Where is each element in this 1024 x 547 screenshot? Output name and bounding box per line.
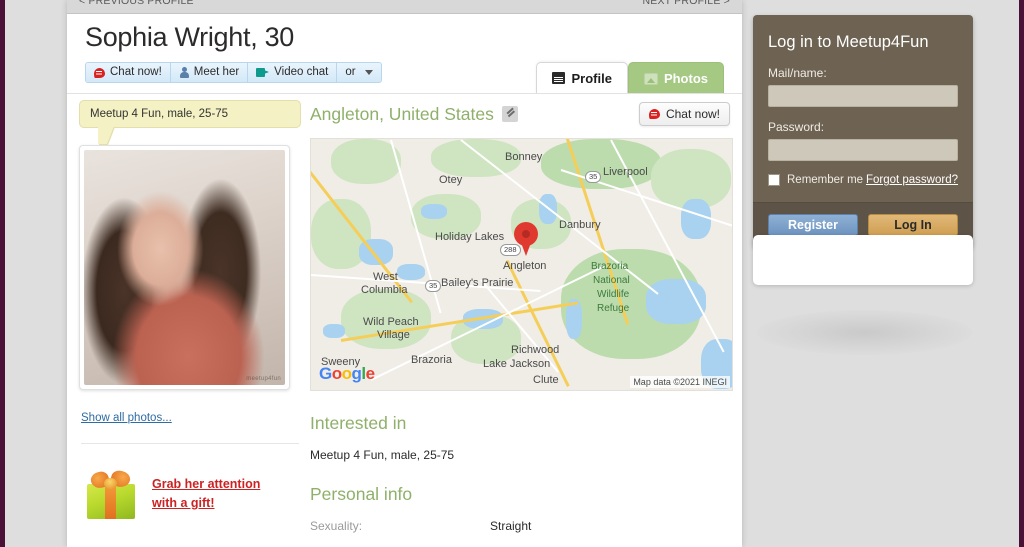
personal-info-label: Sexuality: <box>310 519 363 533</box>
section-title-interested-in: Interested in <box>310 413 407 433</box>
google-logo-g2: g <box>351 364 362 383</box>
gift-promo-line1: Grab her attention <box>152 476 261 491</box>
tab-profile[interactable]: Profile <box>536 62 628 94</box>
chat-bubble-icon <box>648 109 660 119</box>
google-logo-g1: G <box>319 364 332 383</box>
login-panel-title: Log in to Meetup4Fun <box>768 33 929 51</box>
header-divider <box>67 93 742 94</box>
chat-now-label: Chat now! <box>110 65 162 78</box>
map-label: Brazoria <box>591 261 629 272</box>
gift-box-icon <box>83 468 140 520</box>
map-label: National <box>593 275 630 286</box>
show-all-photos-link[interactable]: Show all photos... <box>81 412 172 424</box>
video-camera-icon <box>256 68 270 77</box>
map-highway-shield: 35 <box>585 171 602 183</box>
location-map[interactable]: Otey Bonney Liverpool Holiday Lakes Danbury A… <box>310 138 733 391</box>
map-label: Bailey's Prairie <box>441 277 514 289</box>
interested-in-text: Meetup 4 Fun, male, 25-75 <box>310 448 455 462</box>
next-profile-link[interactable]: NEXT PROFILE > <box>642 0 730 7</box>
meet-her-button[interactable]: Meet her <box>170 63 249 82</box>
meet-her-label: Meet her <box>193 65 240 78</box>
map-label: Otey <box>439 174 463 186</box>
google-logo[interactable]: Google <box>319 364 375 384</box>
video-chat-button[interactable]: Video chat <box>248 63 338 82</box>
personal-info-table: Sexuality:StraightAppearance:Body type a… <box>310 519 730 547</box>
edit-pencil-icon[interactable] <box>501 106 518 122</box>
section-title-personal-info: Personal info <box>310 484 413 504</box>
map-label: Bonney <box>505 151 543 163</box>
interest-speech-bubble: Meetup 4 Fun, male, 25-75 <box>79 100 301 144</box>
map-highway-shield: 288 <box>500 244 521 256</box>
password-input[interactable] <box>768 139 958 161</box>
google-logo-o1: o <box>331 364 342 383</box>
tab-photos[interactable]: Photos <box>627 62 724 94</box>
photo-watermark: meetup4fun <box>246 376 281 382</box>
google-logo-o2: o <box>341 364 352 383</box>
profile-photo-image: meetup4fun <box>84 150 285 385</box>
more-actions-label: or <box>345 65 356 78</box>
location-title: Angleton, United States <box>310 103 494 124</box>
map-label: Clute <box>533 374 559 386</box>
speech-bubble-tail <box>98 126 114 144</box>
profile-photo[interactable]: meetup4fun <box>79 145 290 390</box>
page-root: < PREVIOUS PROFILE NEXT PROFILE > Sophia… <box>5 0 1019 547</box>
map-label: Liverpool <box>603 166 648 178</box>
personal-info-row: Sexuality: Straight <box>310 519 730 533</box>
register-button[interactable]: Register <box>768 214 858 236</box>
photo-icon <box>643 72 658 85</box>
sidebar-empty-panel <box>753 235 973 285</box>
tab-photos-label: Photos <box>663 71 708 86</box>
map-label: Wild Peach <box>363 316 419 328</box>
mail-name-input[interactable] <box>768 85 958 107</box>
password-label: Password: <box>768 120 825 134</box>
profile-main-column: Angleton, United States Chat now! Otey B… <box>310 100 733 547</box>
map-highway-shield: 35 <box>425 280 442 292</box>
profile-tabs: Profile Photos <box>536 62 724 94</box>
document-icon <box>552 72 566 84</box>
location-row: Angleton, United States Chat now! <box>310 100 730 128</box>
map-label: Columbia <box>361 284 408 296</box>
mail-name-label: Mail/name: <box>768 66 827 80</box>
map-label: Brazoria <box>411 354 452 366</box>
map-label: West <box>373 271 398 283</box>
personal-info-value: Straight <box>490 519 532 533</box>
map-label: Richwood <box>511 344 560 356</box>
gift-promo-block[interactable]: Grab her attention with a gift! <box>83 468 301 520</box>
map-label: Village <box>377 329 410 341</box>
profile-navigation-bar: < PREVIOUS PROFILE NEXT PROFILE > <box>67 0 742 14</box>
remember-me-label: Remember me <box>787 174 864 186</box>
map-label: Refuge <box>597 303 630 314</box>
person-icon <box>179 67 189 78</box>
speech-bubble-text: Meetup 4 Fun, male, 25-75 <box>90 108 229 120</box>
chevron-down-icon <box>364 70 373 75</box>
page-title: Sophia Wright, 30 <box>85 22 295 52</box>
profile-content-card: < PREVIOUS PROFILE NEXT PROFILE > Sophia… <box>67 0 742 547</box>
more-actions-dropdown[interactable]: or <box>337 63 381 82</box>
map-label: Danbury <box>559 219 601 231</box>
sidebar-decorative-blob <box>757 310 972 355</box>
previous-profile-link[interactable]: < PREVIOUS PROFILE <box>79 0 194 7</box>
login-options-row: Remember me Forgot password? <box>768 174 958 186</box>
map-label: Holiday Lakes <box>435 231 505 243</box>
profile-left-column: Meetup 4 Fun, male, 25-75 meetup4fun Sho… <box>79 100 301 520</box>
map-label: Lake Jackson <box>483 358 551 370</box>
login-button[interactable]: Log In <box>868 214 958 236</box>
video-chat-label: Video chat <box>274 65 329 78</box>
login-panel: Log in to Meetup4Fun Mail/name: Password… <box>753 15 973 247</box>
remember-me-checkbox[interactable] <box>768 174 780 186</box>
profile-action-bar: Chat now! Meet her Video chat or <box>85 62 382 83</box>
chat-now-secondary-label: Chat now! <box>665 107 720 121</box>
gift-promo-link[interactable]: Grab her attention with a gift! <box>152 475 260 514</box>
map-label: Wildlife <box>597 289 630 300</box>
left-column-divider <box>81 443 299 444</box>
gift-promo-line2: with a gift! <box>152 496 215 510</box>
chat-now-button-secondary[interactable]: Chat now! <box>638 102 730 126</box>
map-attribution: Map data ©2021 INEGI <box>630 376 730 388</box>
chat-now-button[interactable]: Chat now! <box>86 63 171 82</box>
tab-profile-label: Profile <box>571 70 612 86</box>
chat-bubble-icon <box>94 67 105 78</box>
google-logo-e: e <box>365 364 375 383</box>
forgot-password-link[interactable]: Forgot password? <box>866 174 958 186</box>
map-label: Angleton <box>503 260 547 272</box>
